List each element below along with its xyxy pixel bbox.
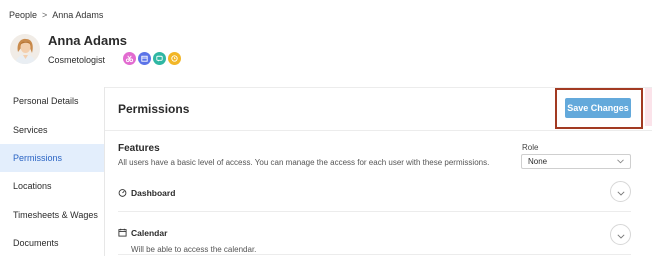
chevron-down-icon <box>616 183 625 201</box>
breadcrumb-parent-link[interactable]: People <box>9 10 37 20</box>
gauge-icon <box>118 184 127 202</box>
sidebar-item-label: Permissions <box>13 152 63 163</box>
role-select-value: None <box>528 157 548 166</box>
chevron-down-icon <box>616 226 625 244</box>
profile-header: Anna Adams Cosmetologist <box>10 31 127 65</box>
side-tab <box>645 88 652 126</box>
sidebar-item-permissions[interactable]: Permissions <box>0 143 104 173</box>
breadcrumb: People > Anna Adams <box>9 10 103 20</box>
service-badges <box>123 52 181 65</box>
permission-row-dashboard: Dashboard <box>118 184 631 202</box>
permission-description: Will be able to access the calendar. <box>131 245 257 254</box>
clock-icon[interactable] <box>168 52 181 65</box>
permission-title: Calendar <box>131 228 168 238</box>
scissors-icon[interactable] <box>123 52 136 65</box>
permissions-panel: Permissions Save Changes Features All us… <box>105 87 652 256</box>
sidebar-item-services[interactable]: Services <box>0 115 104 143</box>
role-select[interactable]: None <box>521 154 631 169</box>
save-changes-button[interactable]: Save Changes <box>565 98 631 118</box>
sidebar-item-documents[interactable]: Documents <box>0 229 104 256</box>
profile-name: Anna Adams <box>48 33 127 48</box>
avatar <box>10 34 40 64</box>
breadcrumb-separator: > <box>42 10 48 20</box>
sidebar-item-label: Timesheets & Wages <box>13 209 98 220</box>
page-title: Permissions <box>118 102 190 116</box>
calendar-icon <box>118 224 127 242</box>
permission-row-calendar: Calendar Will be able to access the cale… <box>118 224 631 254</box>
sidebar-item-label: Services <box>13 124 48 135</box>
sidebar-item-timesheets-wages[interactable]: Timesheets & Wages <box>0 201 104 229</box>
divider <box>118 211 631 212</box>
sidebar-item-label: Documents <box>13 238 59 249</box>
profile-role: Cosmetologist <box>48 55 106 65</box>
expand-dashboard-button[interactable] <box>610 181 631 202</box>
permission-title: Dashboard <box>131 188 176 198</box>
features-title: Features <box>118 143 160 154</box>
role-label: Role <box>522 143 539 152</box>
breadcrumb-current: Anna Adams <box>52 10 104 20</box>
divider <box>118 254 631 255</box>
calendar-icon[interactable] <box>138 52 151 65</box>
sidebar: Personal Details Services Permissions Lo… <box>0 87 105 256</box>
sidebar-item-label: Locations <box>13 181 52 192</box>
sidebar-item-personal-details[interactable]: Personal Details <box>0 87 104 115</box>
sidebar-item-label: Personal Details <box>13 96 79 107</box>
features-description: All users have a basic level of access. … <box>118 158 490 167</box>
chevron-down-icon <box>617 157 624 166</box>
message-icon[interactable] <box>153 52 166 65</box>
sidebar-item-locations[interactable]: Locations <box>0 172 104 200</box>
divider <box>105 130 652 131</box>
expand-calendar-button[interactable] <box>610 224 631 245</box>
